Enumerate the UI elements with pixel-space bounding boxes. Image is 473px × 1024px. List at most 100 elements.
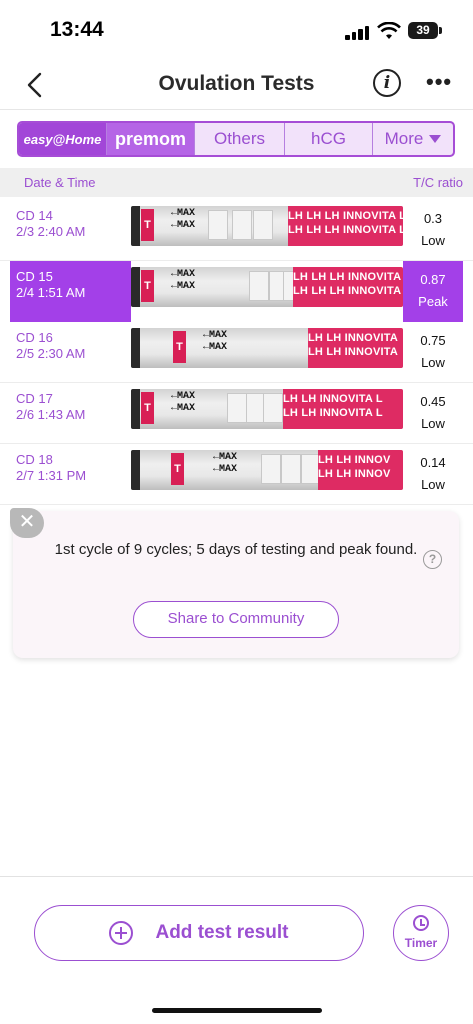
strip-t-marker: T bbox=[171, 453, 184, 485]
top-nav-bar: Ovulation Tests i ••• bbox=[0, 60, 473, 110]
add-test-result-label: Add test result bbox=[155, 922, 289, 943]
test-datetime: 2/7 1:31 PM bbox=[16, 468, 87, 483]
strip-max-label: ←MAX ←MAX bbox=[171, 391, 196, 414]
strip-window bbox=[263, 393, 283, 423]
test-row[interactable]: CD 14 2/3 2:40 AM T ←MAX ←MAX LH LH LH INNOVI… bbox=[0, 200, 473, 261]
test-strip-image[interactable]: T ←MAX ←MAX LH LH LH INNOVITA L LH LH LH INN… bbox=[131, 267, 403, 307]
plus-circle-icon bbox=[109, 921, 134, 945]
strip-window bbox=[227, 393, 247, 423]
test-datetime: 2/6 1:43 AM bbox=[16, 407, 86, 422]
test-strip-image[interactable]: T ←MAX ←MAX LH LH INNOV LH LH INNOV bbox=[131, 450, 403, 490]
tab-premom[interactable]: premom bbox=[107, 123, 195, 155]
strip-edge bbox=[131, 267, 140, 307]
row-date-cell: CD 17 2/6 1:43 AM bbox=[10, 383, 131, 444]
strip-brand-band: LH LH LH INNOVITA L LH LH LH INNOVITA L bbox=[293, 267, 403, 307]
row-date-cell: CD 14 2/3 2:40 AM bbox=[10, 200, 131, 261]
strip-t-marker: T bbox=[141, 270, 154, 302]
lh-level-label: Low bbox=[421, 477, 445, 492]
strip-edge bbox=[131, 328, 140, 368]
battery-icon: 39 bbox=[408, 22, 438, 39]
strip-edge bbox=[131, 450, 140, 490]
share-to-community-button[interactable]: Share to Community bbox=[133, 601, 339, 638]
more-options-icon[interactable]: ••• bbox=[426, 71, 452, 93]
strip-brand-band: LH LH INNOV LH LH INNOV bbox=[318, 450, 403, 490]
brand-tabs: easy@Home premom Others hCG More bbox=[17, 121, 455, 157]
cycle-summary-card: 1st cycle of 9 cycles; 5 days of testing… bbox=[13, 511, 459, 658]
strip-t-marker: T bbox=[141, 392, 154, 424]
tab-easy-home[interactable]: easy@Home bbox=[19, 123, 107, 155]
tab-others[interactable]: Others bbox=[195, 123, 285, 155]
wifi-icon bbox=[377, 22, 401, 39]
cycle-day: CD 15 bbox=[16, 269, 53, 284]
tab-hcg[interactable]: hCG bbox=[285, 123, 373, 155]
test-row[interactable]: CD 16 2/5 2:30 AM T ←MAX ←MAX LH LH INNOVITA L… bbox=[0, 322, 473, 383]
home-indicator bbox=[152, 1008, 322, 1013]
cycle-day: CD 16 bbox=[16, 330, 53, 345]
strip-window bbox=[281, 454, 301, 484]
tc-ratio-cell: 0.3 Low bbox=[403, 200, 463, 261]
test-datetime: 2/5 2:30 AM bbox=[16, 346, 86, 361]
chevron-down-icon bbox=[429, 135, 442, 143]
cycle-day: CD 18 bbox=[16, 452, 53, 467]
row-date-cell: CD 16 2/5 2:30 AM bbox=[10, 322, 131, 383]
info-icon[interactable]: i bbox=[373, 69, 401, 97]
column-date-time: Date & Time bbox=[24, 175, 96, 190]
cycle-day: CD 17 bbox=[16, 391, 53, 406]
strip-edge bbox=[131, 389, 140, 429]
tc-ratio-value: 0.45 bbox=[420, 394, 446, 409]
clock-icon bbox=[413, 915, 429, 931]
strip-brand-band: LH LH INNOVITA L LH LH INNOVITA L bbox=[283, 389, 403, 429]
test-datetime: 2/4 1:51 AM bbox=[16, 285, 86, 300]
strip-window bbox=[261, 454, 281, 484]
strip-window bbox=[253, 210, 273, 240]
bottom-divider bbox=[0, 876, 473, 877]
strip-max-label: ←MAX ←MAX bbox=[171, 208, 196, 231]
close-icon[interactable]: ✕ bbox=[10, 508, 44, 538]
tc-ratio-cell: 0.45 Low bbox=[403, 383, 463, 444]
strip-max-label: ←MAX ←MAX bbox=[203, 330, 228, 353]
strip-brand-band: LH LH INNOVITA LH LH INNOVITA bbox=[308, 328, 403, 368]
strip-brand-band: LH LH LH INNOVITA L LH LH LH INNOVITA L bbox=[288, 206, 403, 246]
tc-ratio-value: 0.3 bbox=[423, 211, 443, 226]
list-header: Date & Time T/C ratio bbox=[0, 168, 473, 197]
page-title: Ovulation Tests bbox=[158, 72, 315, 95]
strip-t-marker: T bbox=[173, 331, 186, 363]
tc-ratio-value: 0.75 bbox=[420, 333, 446, 348]
status-time: 13:44 bbox=[50, 18, 104, 41]
strip-window bbox=[232, 210, 252, 240]
test-row[interactable]: CD 17 2/6 1:43 AM T ←MAX ←MAX LH LH INNOVITA … bbox=[0, 383, 473, 444]
tc-ratio-cell: 0.87 Peak bbox=[403, 261, 463, 322]
tab-more[interactable]: More bbox=[373, 123, 453, 155]
test-strip-image[interactable]: T ←MAX ←MAX LH LH INNOVITA L LH LH INNOVITA … bbox=[131, 389, 403, 429]
test-strip-image[interactable]: T ←MAX ←MAX LH LH INNOVITA LH LH INNOVITA bbox=[131, 328, 403, 368]
battery-tip bbox=[439, 27, 442, 34]
cycle-day: CD 14 bbox=[16, 208, 53, 223]
strip-window bbox=[208, 210, 228, 240]
help-icon[interactable]: ? bbox=[423, 550, 442, 569]
test-row[interactable]: CD 18 2/7 1:31 PM T ←MAX ←MAX LH LH INNOV LH L… bbox=[0, 444, 473, 505]
tc-ratio-value: 0.87 bbox=[420, 272, 446, 287]
strip-max-label: ←MAX ←MAX bbox=[213, 452, 238, 475]
column-tc-ratio: T/C ratio bbox=[413, 175, 463, 190]
row-date-cell: CD 15 2/4 1:51 AM bbox=[10, 261, 131, 322]
timer-label: Timer bbox=[404, 936, 438, 950]
tc-ratio-value: 0.14 bbox=[420, 455, 446, 470]
strip-t-marker: T bbox=[141, 209, 154, 241]
lh-level-label: Low bbox=[421, 233, 445, 248]
row-date-cell: CD 18 2/7 1:31 PM bbox=[10, 444, 131, 505]
lh-level-label: Low bbox=[421, 355, 445, 370]
test-row[interactable]: CD 15 2/4 1:51 AM T ←MAX ←MAX LH LH LH INNOVI… bbox=[0, 261, 473, 322]
add-test-result-button[interactable]: Add test result bbox=[34, 905, 364, 961]
strip-edge bbox=[131, 206, 140, 246]
strip-window bbox=[249, 271, 269, 301]
cycle-summary-text: 1st cycle of 9 cycles; 5 days of testing… bbox=[54, 541, 418, 558]
timer-button[interactable]: Timer bbox=[393, 905, 449, 961]
lh-level-label: Peak bbox=[418, 294, 448, 309]
test-strip-image[interactable]: T ←MAX ←MAX LH LH LH INNOVITA L LH LH LH INN… bbox=[131, 206, 403, 246]
tc-ratio-cell: 0.75 Low bbox=[403, 322, 463, 383]
strip-max-label: ←MAX ←MAX bbox=[171, 269, 196, 292]
tc-ratio-cell: 0.14 Low bbox=[403, 444, 463, 505]
status-bar: 13:44 39 bbox=[0, 0, 473, 60]
lh-level-label: Low bbox=[421, 416, 445, 431]
tab-more-label: More bbox=[384, 129, 424, 148]
